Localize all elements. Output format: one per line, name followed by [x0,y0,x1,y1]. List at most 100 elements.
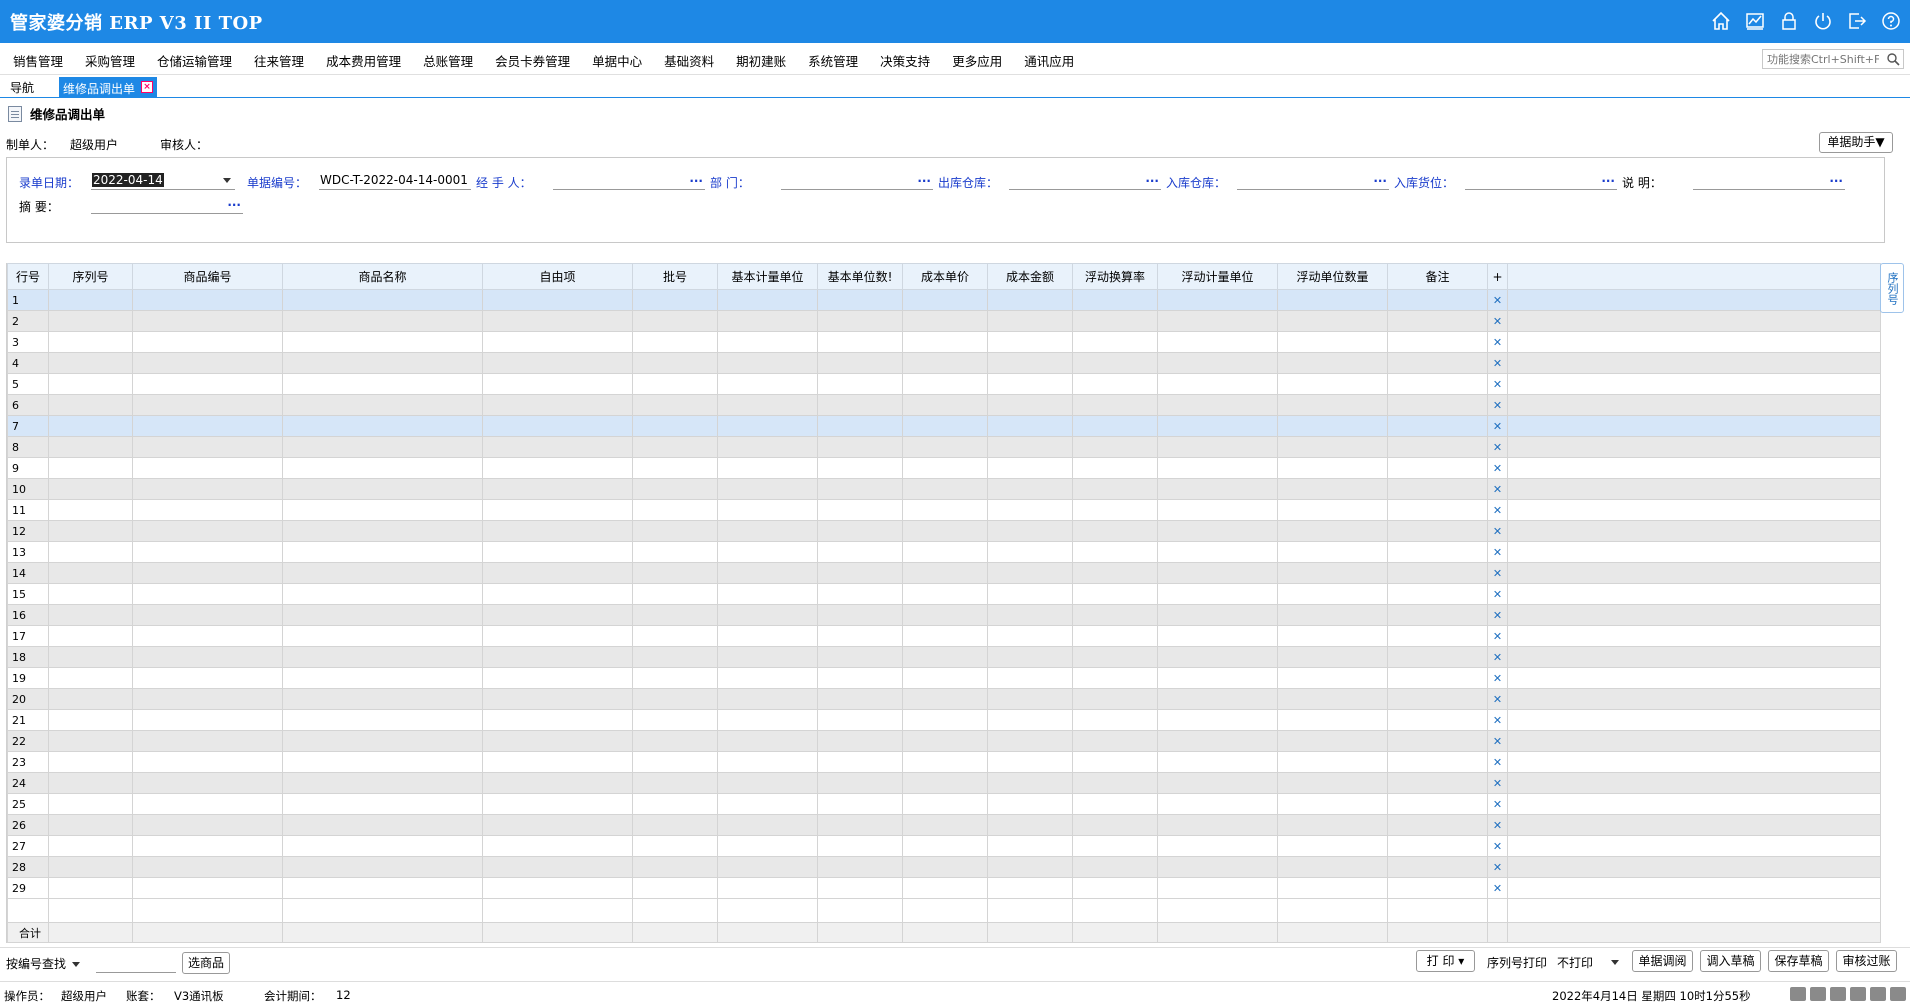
grid-cell[interactable] [132,394,283,416]
grid-cell[interactable] [1387,373,1488,395]
grid-cell[interactable] [1277,688,1388,710]
grid-cell[interactable] [717,772,818,794]
grid-cell[interactable] [282,814,483,836]
in-location-field[interactable]: ··· [1465,172,1617,190]
grid-cell[interactable] [1387,457,1488,479]
grid-cell[interactable] [1507,289,1881,311]
grid-cell[interactable] [632,772,718,794]
grid-cell[interactable] [132,709,283,731]
grid-cell[interactable] [987,856,1073,878]
grid-cell[interactable] [282,499,483,521]
grid-cell[interactable] [987,604,1073,626]
grid-cell[interactable] [1387,667,1488,689]
grid-cell[interactable] [48,457,133,479]
grid-cell[interactable] [482,394,633,416]
menu-item[interactable]: 会员卡券管理 [492,51,573,70]
grid-cell[interactable] [817,856,903,878]
date-field[interactable]: 2022-04-14 [91,172,235,190]
grid-cell[interactable] [1072,793,1158,815]
grid-cell[interactable] [817,625,903,647]
grid-icon[interactable] [1850,987,1866,1001]
grid-cell[interactable] [987,877,1073,899]
grid-cell[interactable] [48,394,133,416]
grid-cell[interactable] [282,877,483,899]
grid-cell[interactable] [817,583,903,605]
grid-cell[interactable] [132,289,283,311]
grid-cell[interactable] [1277,373,1388,395]
grid-cell[interactable] [717,709,818,731]
grid-cell[interactable] [987,730,1073,752]
grid-cell[interactable] [1387,751,1488,773]
grid-cell[interactable] [902,646,988,668]
grid-cell[interactable] [987,457,1073,479]
grid-cell[interactable] [1072,751,1158,773]
grid-cell[interactable] [987,520,1073,542]
grid-cell[interactable] [282,583,483,605]
grid-cell[interactable] [902,331,988,353]
grid-cell[interactable] [902,310,988,332]
table-row[interactable]: 4 ✕ [7,352,1881,374]
grid-cell[interactable] [817,520,903,542]
grid-cell[interactable] [132,877,283,899]
chevron-down-icon[interactable] [223,178,231,183]
grid-cell[interactable] [1507,772,1881,794]
delete-row-icon[interactable]: ✕ [1487,562,1508,584]
grid-cell[interactable] [717,478,818,500]
delete-row-icon[interactable]: ✕ [1487,730,1508,752]
grid-cell[interactable] [1157,877,1278,899]
menu-item[interactable]: 仓储运输管理 [154,51,235,70]
grid-cell[interactable] [1387,709,1488,731]
grid-cell[interactable] [1277,289,1388,311]
grid-cell[interactable] [482,373,633,395]
grid-cell[interactable] [902,877,988,899]
grid-cell[interactable] [902,583,988,605]
message-icon[interactable] [1790,987,1806,1001]
grid-cell[interactable] [1277,730,1388,752]
grid-cell[interactable] [282,436,483,458]
grid-cell[interactable] [1072,667,1158,689]
grid-cell[interactable] [1072,835,1158,857]
grid-cell[interactable] [817,394,903,416]
grid-cell[interactable] [1507,709,1881,731]
column-header[interactable]: 基本计量单位 [717,263,818,290]
grid-cell[interactable] [1277,310,1388,332]
grid-cell[interactable] [482,457,633,479]
grid-cell[interactable] [817,604,903,626]
grid-cell[interactable] [1157,772,1278,794]
table-row[interactable]: 16 ✕ [7,604,1881,626]
delete-row-icon[interactable]: ✕ [1487,289,1508,311]
grid-cell[interactable] [1507,667,1881,689]
grid-cell[interactable] [1072,772,1158,794]
grid-cell[interactable] [632,688,718,710]
delete-row-icon[interactable]: ✕ [1487,667,1508,689]
grid-cell[interactable] [1072,478,1158,500]
delete-row-icon[interactable]: ✕ [1487,310,1508,332]
grid-cell[interactable] [1157,478,1278,500]
grid-cell[interactable] [817,331,903,353]
grid-cell[interactable] [132,562,283,584]
grid-cell[interactable] [717,730,818,752]
grid-cell[interactable] [987,331,1073,353]
browse-icon[interactable]: ··· [227,198,241,212]
grid-cell[interactable] [48,436,133,458]
grid-cell[interactable] [632,562,718,584]
grid-cell[interactable] [1072,415,1158,437]
grid-cell[interactable] [1387,394,1488,416]
grid-cell[interactable] [282,667,483,689]
find-input[interactable] [96,955,176,973]
grid-cell[interactable] [282,541,483,563]
grid-cell[interactable] [1387,541,1488,563]
grid-cell[interactable] [717,310,818,332]
save-draft-button[interactable]: 保存草稿 [1768,950,1829,972]
grid-cell[interactable] [48,352,133,374]
grid-cell[interactable] [987,562,1073,584]
grid-cell[interactable] [632,436,718,458]
grid-cell[interactable] [482,646,633,668]
table-row[interactable]: 22 ✕ [7,730,1881,752]
delete-row-icon[interactable]: ✕ [1487,457,1508,479]
grid-cell[interactable] [817,373,903,395]
table-row[interactable]: 23 ✕ [7,751,1881,773]
grid-cell[interactable] [48,793,133,815]
grid-cell[interactable] [1507,373,1881,395]
select-goods-button[interactable]: 选商品 [182,952,230,974]
